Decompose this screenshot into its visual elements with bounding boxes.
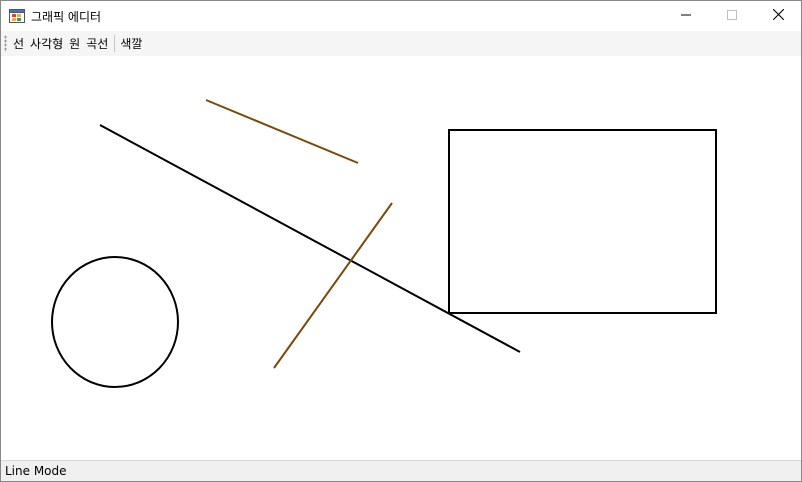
menu-item-circle[interactable]: 원 — [66, 35, 83, 52]
window-title: 그래픽 에디터 — [31, 10, 102, 24]
drawn-line-brown-upper — [205, 99, 359, 164]
app-icon — [9, 8, 25, 24]
drawing-surface[interactable] — [1, 56, 801, 460]
drawing-canvas[interactable] — [1, 56, 801, 460]
drawn-circle — [51, 256, 179, 388]
status-bar: Line Mode — [1, 460, 801, 481]
status-mode-label: Line Mode — [5, 464, 67, 478]
menu-item-curve[interactable]: 곡선 — [83, 35, 111, 52]
close-button[interactable] — [755, 1, 801, 31]
minimize-button[interactable] — [663, 1, 709, 31]
menu-item-rectangle[interactable]: 사각형 — [27, 35, 66, 52]
menu-item-color[interactable]: 색깔 — [117, 35, 145, 52]
menu-bar: 선 사각형 원 곡선 색깔 — [1, 31, 801, 56]
maximize-button[interactable] — [709, 1, 755, 31]
title-bar[interactable]: 그래픽 에디터 — [1, 1, 801, 31]
drawn-rectangle — [448, 129, 717, 314]
menu-separator — [114, 35, 116, 52]
menu-item-line[interactable]: 선 — [10, 35, 27, 52]
toolbar-grip-icon[interactable] — [4, 35, 7, 52]
minimize-icon — [681, 9, 691, 23]
maximize-icon — [727, 9, 737, 23]
close-icon — [772, 8, 784, 23]
app-window: 그래픽 에디터 선 사각형 원 곡선 색깔 Line Mode — [0, 0, 802, 482]
